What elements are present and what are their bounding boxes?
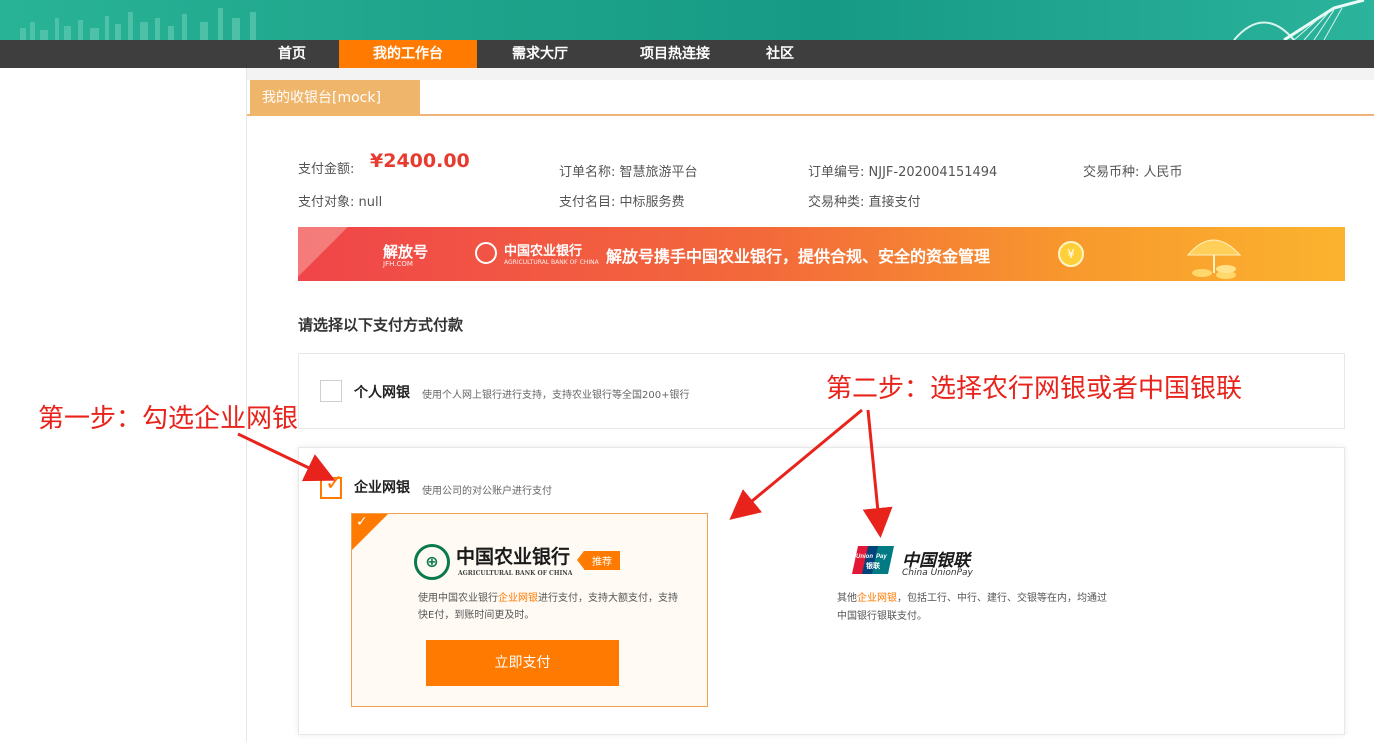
abc-bank-name: 中国农业银行: [456, 546, 571, 568]
abc-promo-logo-text: 中国农业银行: [504, 244, 583, 259]
order-number: 订单编号: NJJF-202004151494: [808, 165, 998, 180]
selected-check-icon: ✓: [356, 514, 368, 530]
top-banner: [0, 0, 1374, 40]
promo-stripe: [298, 227, 368, 281]
trade-type: 交易种类: 直接支付: [808, 195, 921, 210]
abc-bank-card[interactable]: ✓ ⊕ 中国农业银行 AGRICULTURAL BANK OF CHINA 推荐…: [351, 513, 708, 707]
up-desc-pre: 其他: [837, 593, 857, 604]
jfh-logo-sub: JFH.COM: [383, 260, 413, 268]
section-title: 请选择以下支付方式付款: [298, 316, 464, 334]
svg-text:Union: Union: [856, 554, 873, 560]
jfh-logo: 解放号 JFH.COM: [383, 241, 428, 268]
order-name: 订单名称: 智慧旅游平台: [559, 165, 698, 180]
nav-item-workbench[interactable]: 我的工作台: [339, 40, 477, 68]
nav-item-home[interactable]: 首页: [262, 40, 322, 68]
personal-ebank-checkbox[interactable]: [320, 380, 342, 402]
amount-value: ¥2400.00: [370, 150, 470, 172]
tab-bar: 我的收银台[mock]: [247, 80, 1374, 116]
recommend-badge: 推荐: [577, 551, 620, 570]
abc-small-logo-icon: [475, 242, 497, 264]
up-desc-highlight[interactable]: 企业网银: [857, 593, 897, 604]
corporate-ebank-title: 企业网银: [354, 480, 410, 496]
annotation-step2: 第二步：选择农行网银或者中国银联: [826, 374, 1243, 404]
unionpay-name-en: China UnionPay: [902, 568, 973, 578]
promo-text: 解放号携手中国农业银行，提供合规、安全的资金管理: [606, 247, 991, 266]
personal-ebank-title: 个人网银: [354, 385, 410, 401]
unionpay-desc: 其他企业网银，包括工行、中行、建行、交银等在内，均通过中国银行银联支付。: [837, 590, 1107, 626]
abc-bank-logo-icon: ⊕: [414, 544, 450, 580]
tab-cashier[interactable]: 我的收银台[mock]: [250, 80, 420, 116]
svg-text:Pay: Pay: [876, 554, 887, 560]
abc-bank-name-en: AGRICULTURAL BANK OF CHINA: [458, 570, 573, 577]
abc-card-desc: 使用中国农业银行企业网银进行支付，支持大额支付，支持快E付，到账时间更及时。: [418, 590, 678, 624]
umbrella-coins-icon: [1186, 239, 1242, 279]
main-nav: 首页 我的工作台 需求大厅 项目热连接 社区: [0, 40, 1374, 68]
abc-desc-highlight[interactable]: 企业网银: [498, 593, 538, 604]
jfh-logo-text: 解放号: [383, 243, 429, 261]
skyline-decoration-icon: [20, 8, 256, 40]
abc-promo-logo-sub: AGRICULTURAL BANK OF CHINA: [504, 259, 599, 266]
amount-label: 支付金额:: [298, 162, 355, 177]
promo-banner[interactable]: 解放号 JFH.COM 中国农业银行 AGRICULTURAL BANK OF …: [298, 227, 1345, 281]
yuan-coin-icon: ¥: [1058, 241, 1084, 267]
abc-desc-pre: 使用中国农业银行: [418, 593, 498, 604]
unionpay-logo-icon[interactable]: Union Pay 银联: [852, 544, 894, 576]
personal-ebank-desc: 使用个人网上银行进行支持，支持农业银行等全国200+银行: [422, 390, 690, 401]
check-icon: ✓: [325, 471, 344, 496]
currency: 交易币种: 人民币: [1083, 165, 1183, 180]
abc-promo-logo: 中国农业银行 AGRICULTURAL BANK OF CHINA: [504, 240, 599, 266]
corporate-ebank-desc: 使用公司的对公账户进行支付: [422, 486, 552, 497]
bridge-decoration-icon: [1233, 0, 1365, 40]
nav-item-demand-hall[interactable]: 需求大厅: [490, 40, 590, 68]
pay-target: 支付对象: null: [298, 195, 383, 210]
content-top-strip: [247, 68, 1374, 80]
corporate-ebank-checkbox[interactable]: ✓: [320, 473, 343, 499]
pay-now-button[interactable]: 立即支付: [426, 640, 619, 686]
annotation-step1: 第一步：勾选企业网银: [38, 404, 299, 434]
svg-text:银联: 银联: [866, 561, 881, 570]
pay-item: 支付名目: 中标服务费: [559, 195, 685, 210]
nav-item-community[interactable]: 社区: [755, 40, 805, 68]
nav-item-hot-projects[interactable]: 项目热连接: [615, 40, 735, 68]
